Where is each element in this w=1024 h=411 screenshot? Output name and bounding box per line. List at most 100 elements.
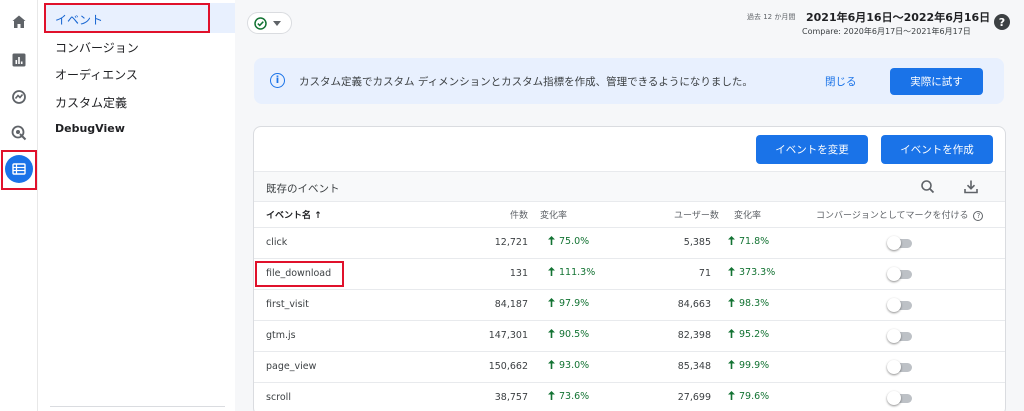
arrow-up-icon bbox=[548, 298, 555, 307]
date-range-text: 2021年6月16日～2022年6月16日 bbox=[806, 11, 991, 24]
event-name[interactable]: scroll bbox=[266, 392, 291, 403]
conversion-toggle[interactable] bbox=[887, 391, 913, 405]
event-users-change: 71.8% bbox=[728, 236, 769, 247]
table-row[interactable]: gtm.js 147,301 90.5% 82,398 95.2% bbox=[254, 320, 1005, 351]
event-users-change: 98.3% bbox=[728, 298, 769, 309]
help-icon[interactable]: ? bbox=[994, 14, 1010, 30]
existing-events-header: 既存のイベント bbox=[254, 171, 1005, 202]
banner-message: カスタム定義でカスタム ディメンションとカスタム指標を作成、管理できるようになり… bbox=[299, 76, 753, 88]
arrow-up-icon bbox=[728, 329, 735, 338]
arrow-up-icon bbox=[728, 298, 735, 307]
main-content: 過去 12 か月間 2021年6月16日～2022年6月16日 Compare:… bbox=[235, 0, 1024, 411]
reports-icon[interactable] bbox=[8, 49, 30, 71]
event-users-change: 79.6% bbox=[728, 391, 769, 402]
col-header-users-change[interactable]: 変化率 bbox=[734, 208, 761, 221]
event-users-change-value: 95.2% bbox=[739, 329, 770, 340]
subnav-item-debugview[interactable]: DebugView bbox=[55, 122, 125, 135]
event-users-change-value: 373.3% bbox=[739, 267, 776, 278]
home-icon[interactable] bbox=[8, 11, 30, 33]
event-users: 5,385 bbox=[683, 237, 711, 248]
arrow-up-icon bbox=[548, 236, 555, 245]
event-count-change-value: 90.5% bbox=[559, 329, 590, 340]
col-header-count-change[interactable]: 変化率 bbox=[540, 208, 567, 221]
conversion-toggle[interactable] bbox=[887, 298, 913, 312]
arrow-up-icon bbox=[728, 360, 735, 369]
arrow-up-icon bbox=[548, 267, 555, 276]
event-users: 82,398 bbox=[677, 330, 711, 341]
event-users-change: 99.9% bbox=[728, 360, 769, 371]
table-row[interactable]: page_view 150,662 93.0% 85,348 99.9% bbox=[254, 351, 1005, 382]
modify-event-button[interactable]: イベントを変更 bbox=[756, 135, 868, 164]
event-count-change: 90.5% bbox=[548, 329, 589, 340]
table-row[interactable]: click 12,721 75.0% 5,385 71.8% bbox=[254, 227, 1005, 258]
event-users-change-value: 99.9% bbox=[739, 360, 770, 371]
event-count-change: 111.3% bbox=[548, 267, 595, 278]
event-name[interactable]: gtm.js bbox=[266, 330, 296, 341]
table-row[interactable]: first_visit 84,187 97.9% 84,663 98.3% bbox=[254, 289, 1005, 320]
table-row[interactable]: file_download 131 111.3% 71 373.3% bbox=[254, 258, 1005, 289]
conversion-toggle[interactable] bbox=[887, 236, 913, 250]
arrow-up-icon bbox=[728, 391, 735, 400]
info-icon: i bbox=[270, 73, 285, 88]
event-count-change: 97.9% bbox=[548, 298, 589, 309]
info-help-icon[interactable]: ? bbox=[973, 211, 984, 221]
configure-icon[interactable] bbox=[5, 155, 33, 183]
event-count-change-value: 75.0% bbox=[559, 236, 590, 247]
event-users: 85,348 bbox=[677, 361, 711, 372]
events-card: イベントを変更 イベントを作成 既存のイベント イベント名 ↑ 件数 変化率 ユ… bbox=[253, 126, 1006, 411]
sort-arrow-icon: ↑ bbox=[314, 211, 322, 221]
conversion-toggle[interactable] bbox=[887, 329, 913, 343]
subnav-item-events[interactable]: イベント bbox=[55, 11, 103, 28]
section-title: 既存のイベント bbox=[266, 183, 340, 195]
subnav-item-audiences[interactable]: オーディエンス bbox=[55, 66, 138, 83]
date-compare-text: Compare: 2020年6月17日～2021年6月17日 bbox=[802, 27, 971, 36]
event-count-change: 73.6% bbox=[548, 391, 589, 402]
event-count-change-value: 73.6% bbox=[559, 391, 590, 402]
event-users-change: 95.2% bbox=[728, 329, 769, 340]
event-users-change-value: 98.3% bbox=[739, 298, 770, 309]
event-name[interactable]: first_visit bbox=[266, 299, 309, 310]
conversion-toggle[interactable] bbox=[887, 360, 913, 374]
event-count-change-value: 93.0% bbox=[559, 360, 590, 371]
search-icon[interactable] bbox=[919, 178, 937, 196]
check-circle-icon bbox=[254, 16, 267, 30]
event-count-change-value: 97.9% bbox=[559, 298, 590, 309]
event-name[interactable]: file_download bbox=[266, 268, 331, 279]
subnav-item-conversions[interactable]: コンバージョン bbox=[55, 39, 139, 56]
download-icon[interactable] bbox=[962, 178, 980, 196]
event-count-change: 93.0% bbox=[548, 360, 589, 371]
col-header-conversion-label: コンバージョンとしてマークを付ける bbox=[816, 211, 969, 221]
status-dropdown[interactable] bbox=[247, 12, 292, 34]
event-users: 27,699 bbox=[677, 392, 711, 403]
conversion-toggle[interactable] bbox=[887, 267, 913, 281]
create-event-button[interactable]: イベントを作成 bbox=[881, 135, 993, 164]
date-range-picker[interactable]: 2021年6月16日～2022年6月16日 bbox=[806, 9, 1006, 25]
table-row[interactable]: scroll 38,757 73.6% 27,699 79.6% bbox=[254, 382, 1005, 411]
banner-try-button[interactable]: 実際に試す bbox=[890, 68, 983, 95]
event-users-change-value: 71.8% bbox=[739, 236, 770, 247]
col-header-conversion: コンバージョンとしてマークを付ける ? bbox=[816, 208, 984, 221]
event-users-change: 373.3% bbox=[728, 267, 775, 278]
configure-subnav: イベント コンバージョン オーディエンス カスタム定義 DebugView bbox=[38, 0, 264, 411]
arrow-up-icon bbox=[548, 329, 555, 338]
subnav-item-custom-definitions[interactable]: カスタム定義 bbox=[55, 94, 127, 111]
chevron-down-icon bbox=[273, 20, 281, 26]
arrow-up-icon bbox=[548, 360, 555, 369]
event-count: 147,301 bbox=[488, 330, 528, 341]
event-count: 38,757 bbox=[494, 392, 528, 403]
col-header-users[interactable]: ユーザー数 bbox=[674, 208, 719, 221]
banner-close-link[interactable]: 閉じる bbox=[825, 74, 857, 89]
event-count: 150,662 bbox=[488, 361, 528, 372]
arrow-up-icon bbox=[728, 236, 735, 245]
event-name[interactable]: click bbox=[266, 237, 287, 248]
event-count-change: 75.0% bbox=[548, 236, 589, 247]
col-header-event-name[interactable]: イベント名 ↑ bbox=[266, 208, 322, 221]
event-count-change-value: 111.3% bbox=[559, 267, 596, 278]
explore-icon[interactable] bbox=[8, 86, 30, 108]
nav-rail bbox=[0, 0, 38, 411]
event-name[interactable]: page_view bbox=[266, 361, 316, 372]
col-header-count[interactable]: 件数 bbox=[510, 208, 528, 221]
advertising-icon[interactable] bbox=[8, 122, 30, 144]
arrow-up-icon bbox=[728, 267, 735, 276]
info-banner: i カスタム定義でカスタム ディメンションとカスタム指標を作成、管理できるように… bbox=[254, 58, 1004, 104]
